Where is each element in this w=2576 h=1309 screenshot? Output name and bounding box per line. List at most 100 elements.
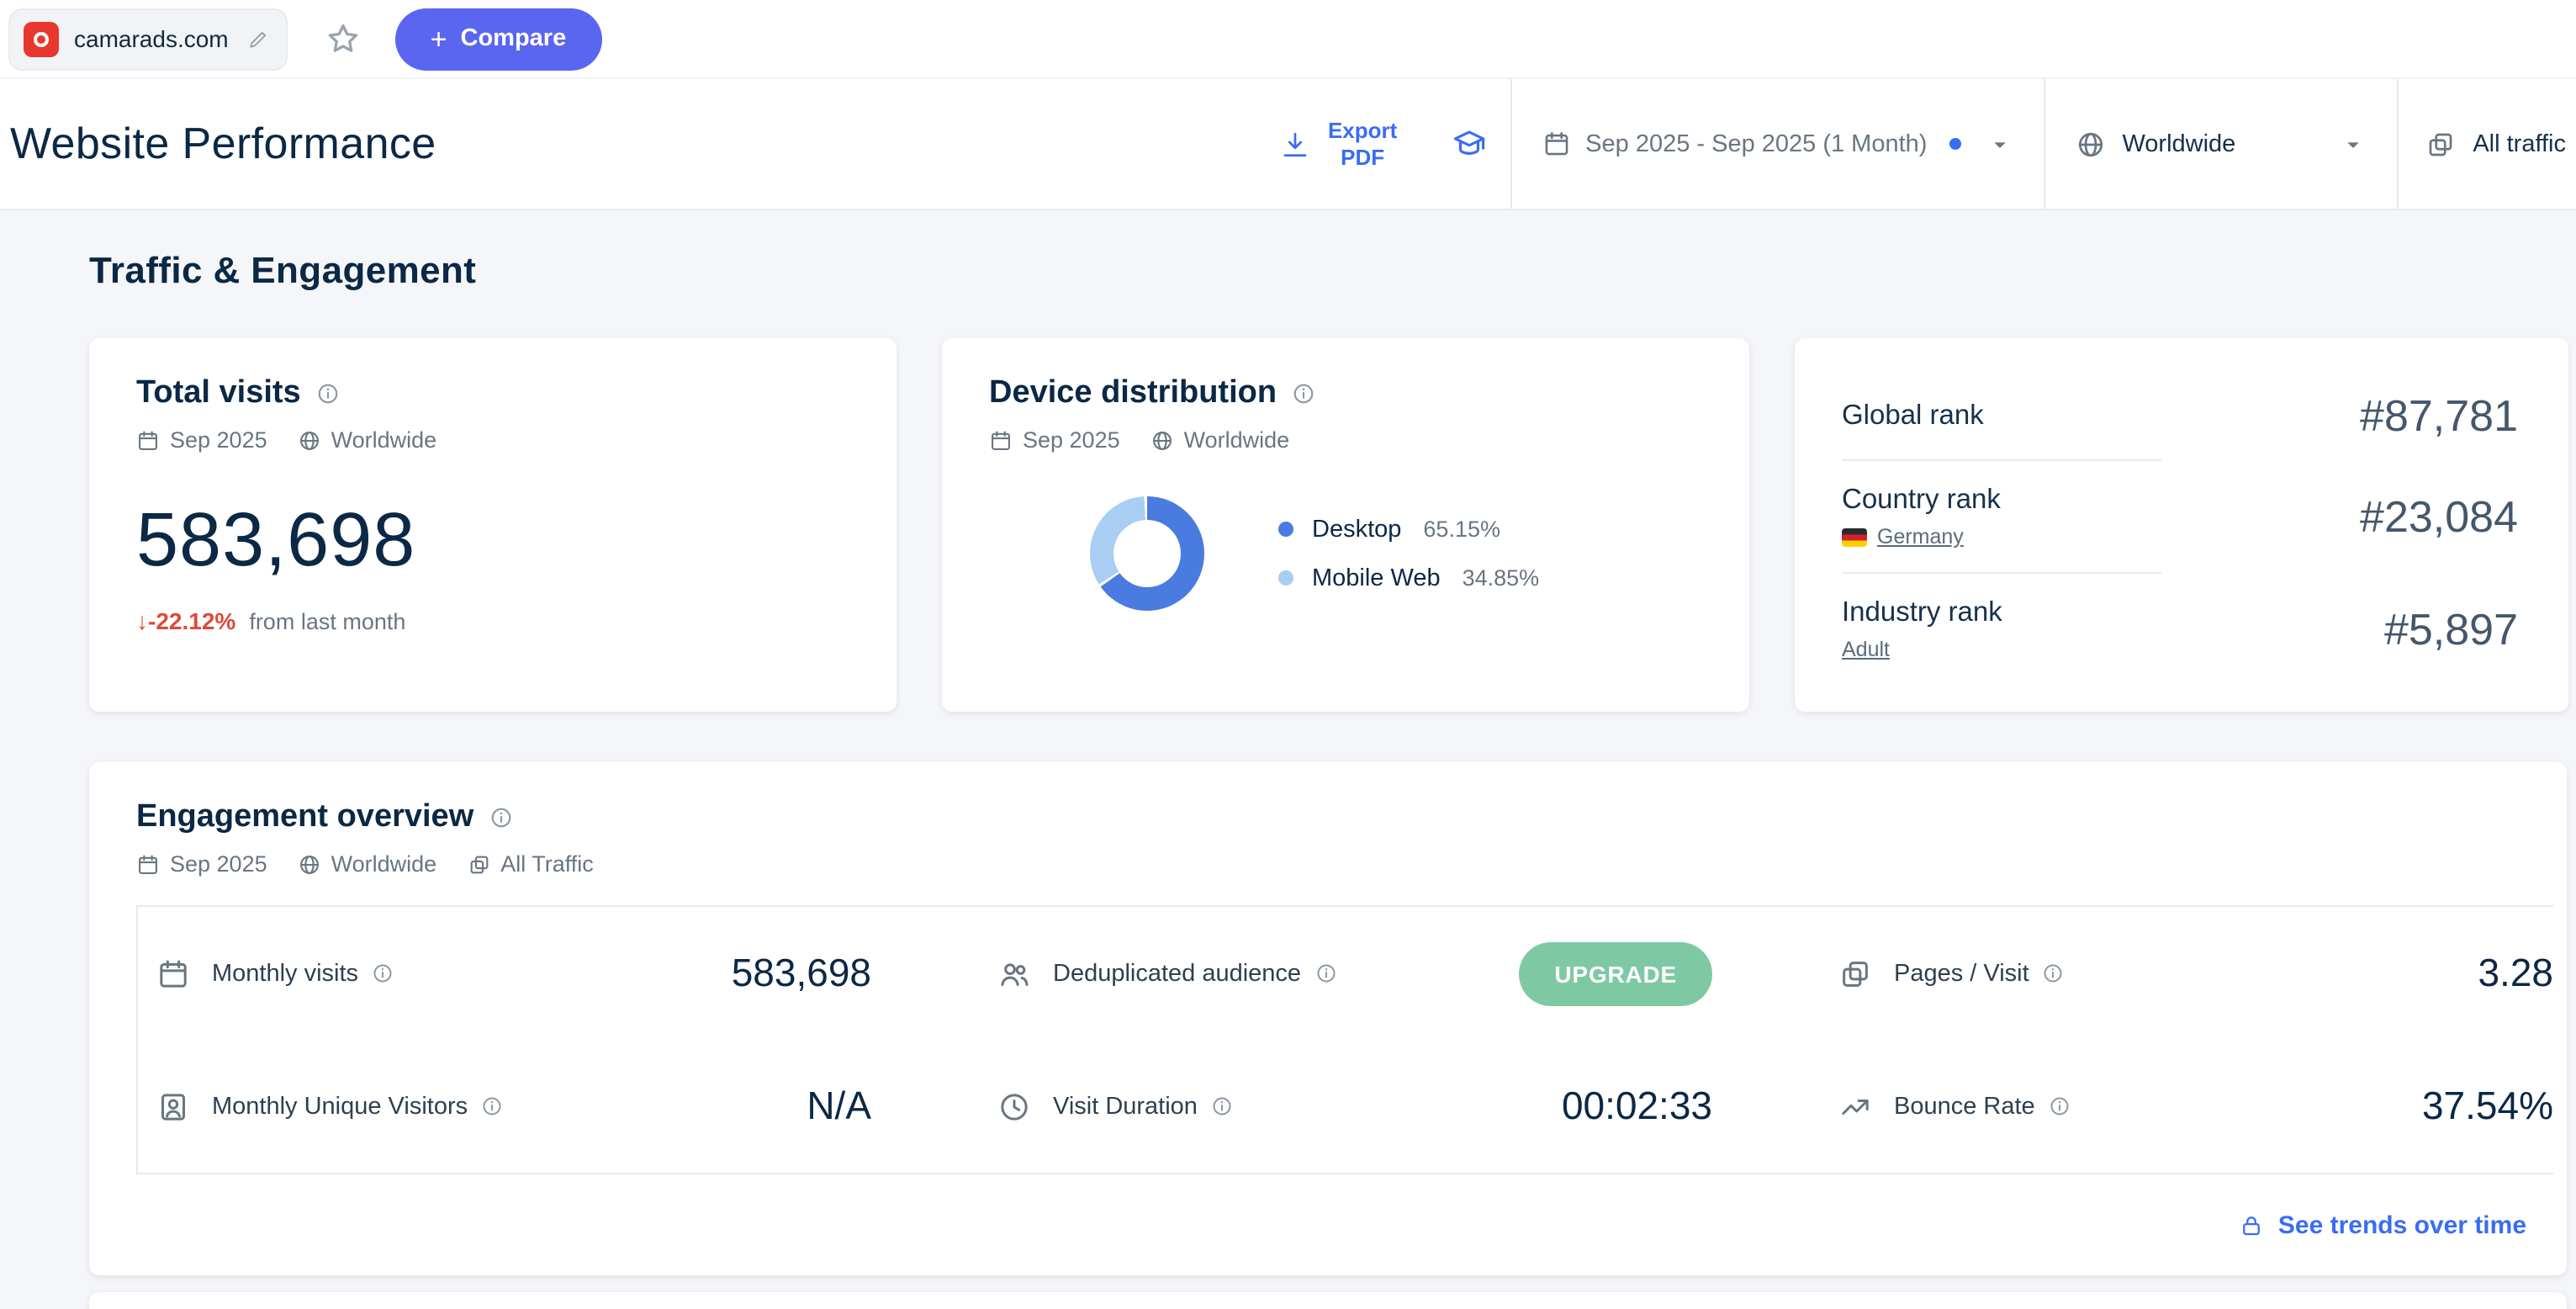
chevron-down-icon <box>1986 130 2013 157</box>
traffic-channels-icon <box>467 852 490 876</box>
engagement-metrics-grid: Monthly visits 583,698 Deduplicated audi… <box>136 905 2553 1174</box>
meta-region: Worldwide <box>298 427 436 453</box>
info-icon[interactable] <box>2049 1095 2071 1117</box>
edit-domain-icon[interactable] <box>247 28 269 50</box>
audience-icon <box>997 957 1031 990</box>
metric-value: N/A <box>807 1084 871 1127</box>
region-selector[interactable]: Worldwide <box>2044 79 2397 209</box>
see-trends-label: See trends over time <box>2277 1211 2526 1239</box>
card-meta: Sep 2025 Worldwide <box>136 427 849 453</box>
info-icon[interactable] <box>372 962 394 984</box>
updated-dot <box>1949 138 1961 150</box>
legend-dot <box>1278 570 1293 586</box>
info-icon[interactable] <box>1314 962 1336 984</box>
device-distribution-card: Device distribution Sep 2025 Worldwide D… <box>942 338 1749 712</box>
card-title-row: Engagement overview <box>136 799 2567 836</box>
summary-cards-row: Total visits Sep 2025 Worldwide 583,698 … <box>89 338 2576 712</box>
industry-link[interactable]: Adult <box>1842 638 1890 661</box>
globe-icon <box>1150 428 1174 452</box>
metric-pages-per-visit: Pages / Visit 3.28 <box>1820 907 2553 1040</box>
download-icon <box>1279 129 1309 159</box>
change-note: from last month <box>249 608 406 634</box>
calendar-icon <box>156 957 190 990</box>
page-header: Website Performance Export PDF Sep 2025 … <box>0 79 2576 210</box>
card-title-row: Device distribution <box>989 375 1702 412</box>
legend-item-desktop: Desktop 65.15% <box>1278 516 1539 543</box>
topbar: camarads.com + Compare <box>0 0 2576 79</box>
traffic-selector[interactable]: All traffic <box>2399 79 2576 209</box>
clock-icon <box>997 1089 1031 1123</box>
calendar-icon <box>989 428 1013 452</box>
metric-label: Bounce Rate <box>1894 1093 2035 1120</box>
chevron-down-icon <box>2340 130 2367 157</box>
rank-value: #23,084 <box>2360 490 2518 541</box>
engagement-title: Engagement overview <box>136 799 474 835</box>
traffic-channels-icon <box>2425 129 2456 159</box>
rank-value: #5,897 <box>2383 603 2518 654</box>
lock-icon <box>2240 1212 2265 1237</box>
info-icon[interactable] <box>481 1095 503 1117</box>
metric-bounce-rate: Bounce Rate 37.54% <box>1820 1040 2553 1173</box>
calendar-icon <box>1542 130 1570 158</box>
date-range-value: Sep 2025 - Sep 2025 (1 Month) <box>1585 130 1928 157</box>
main-content: Traffic & Engagement Total visits Sep 20… <box>0 249 2576 1309</box>
country-link[interactable]: Germany <box>1877 525 1964 549</box>
section-title: Traffic & Engagement <box>89 249 477 291</box>
metric-value: 3.28 <box>2478 951 2553 994</box>
metric-deduplicated-audience: Deduplicated audience UPGRADE <box>979 907 1712 1040</box>
change-percent: ↓-22.12% <box>136 607 236 634</box>
legend-item-mobile: Mobile Web 34.85% <box>1278 564 1539 591</box>
device-chart-body: Desktop 65.15% Mobile Web 34.85% <box>989 496 1702 611</box>
calendar-icon <box>136 428 160 452</box>
metric-monthly-unique-visitors: Monthly Unique Visitors N/A <box>138 1040 871 1173</box>
info-icon[interactable] <box>2043 962 2065 984</box>
metric-value: 37.54% <box>2421 1084 2553 1127</box>
page-title: Website Performance <box>10 118 436 168</box>
academy-icon[interactable] <box>1427 79 1510 209</box>
industry-rank-row: Industry rank Adult #5,897 <box>1842 574 2518 685</box>
pages-icon <box>1838 957 1872 990</box>
meta-region: Worldwide <box>1150 427 1289 453</box>
info-icon[interactable] <box>1211 1095 1233 1117</box>
meta-traffic: All Traffic <box>467 851 594 877</box>
germany-flag-icon <box>1842 527 1867 546</box>
header-controls: Export PDF Sep 2025 - Sep 2025 (1 Month) <box>1254 79 2576 209</box>
metric-label: Deduplicated audience <box>1053 960 1302 987</box>
device-legend: Desktop 65.15% Mobile Web 34.85% <box>1278 516 1539 591</box>
info-icon[interactable] <box>489 806 512 829</box>
metric-label: Monthly Unique Visitors <box>212 1093 468 1120</box>
legend-label: Mobile Web <box>1312 564 1441 591</box>
date-range-selector[interactable]: Sep 2025 - Sep 2025 (1 Month) <box>1511 79 2043 209</box>
domain-selector[interactable]: camarads.com <box>8 8 288 70</box>
global-rank-row: Global rank #87,781 <box>1842 372 2518 459</box>
rank-value: #87,781 <box>2360 390 2518 440</box>
next-section-card <box>89 1292 2567 1309</box>
legend-dot <box>1278 522 1293 537</box>
see-trends-link[interactable]: See trends over time <box>2240 1211 2526 1239</box>
device-distribution-title: Device distribution <box>989 375 1277 411</box>
rank-label: Industry rank <box>1842 597 2002 628</box>
unique-visitors-icon <box>156 1089 190 1123</box>
metric-value: 583,698 <box>731 951 871 994</box>
metric-value: 00:02:33 <box>1561 1084 1712 1127</box>
device-donut-chart <box>1090 496 1204 611</box>
upgrade-button[interactable]: UPGRADE <box>1519 941 1712 1005</box>
region-value: Worldwide <box>2122 130 2236 157</box>
site-favicon <box>24 21 59 56</box>
meta-date: Sep 2025 <box>136 851 267 877</box>
legend-value: 65.15% <box>1423 517 1500 542</box>
globe-icon <box>298 852 321 876</box>
export-pdf-label: Export PDF <box>1327 118 1398 169</box>
compare-button[interactable]: + Compare <box>394 8 602 70</box>
metric-label: Visit Duration <box>1053 1093 1198 1120</box>
favorite-star-icon[interactable] <box>325 20 362 57</box>
metric-monthly-visits: Monthly visits 583,698 <box>138 907 871 1040</box>
total-visits-title: Total visits <box>136 375 301 411</box>
traffic-value: All traffic <box>2473 130 2566 157</box>
card-title-row: Total visits <box>136 375 849 412</box>
change-row: ↓-22.12% from last month <box>136 607 849 634</box>
info-icon[interactable] <box>1292 382 1315 405</box>
info-icon[interactable] <box>316 382 340 405</box>
engagement-footer: See trends over time <box>89 1174 2567 1275</box>
export-pdf-button[interactable]: Export PDF <box>1254 79 1427 209</box>
